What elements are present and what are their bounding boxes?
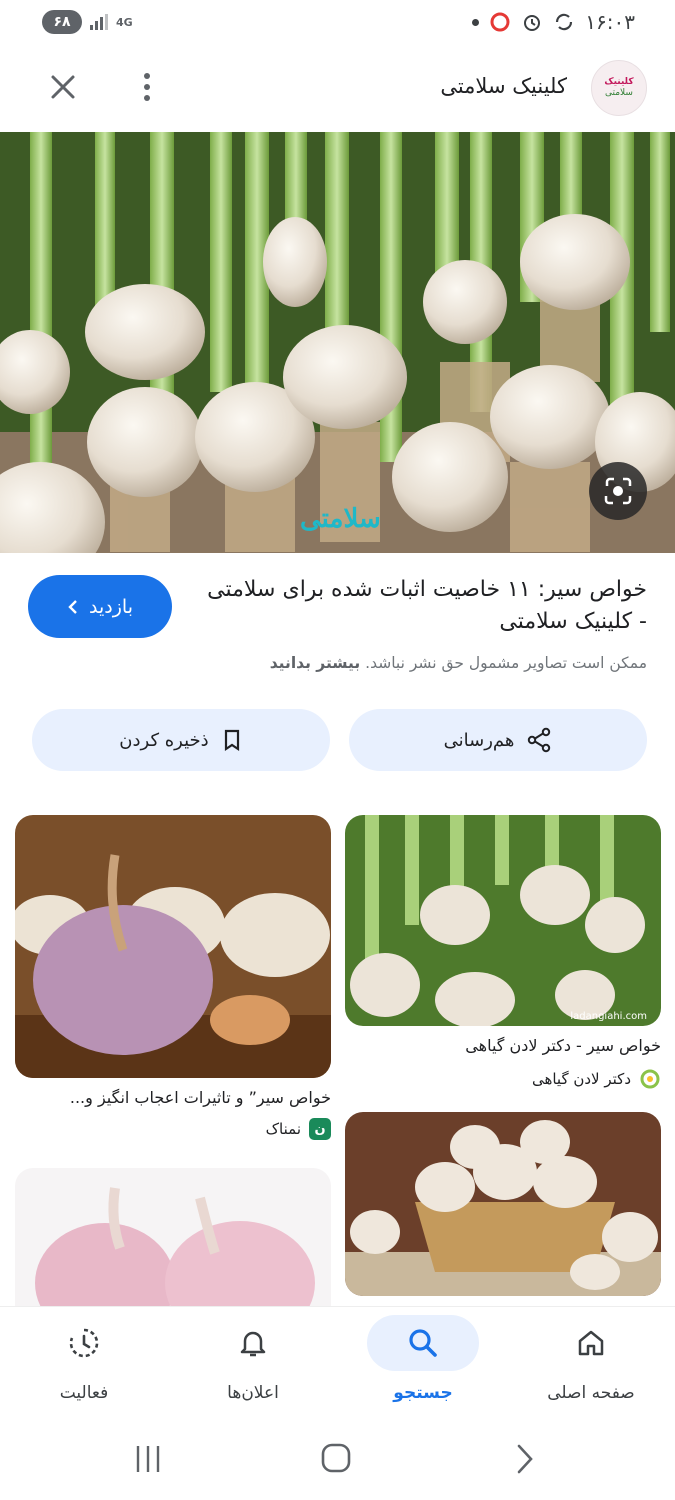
- recent-apps-icon[interactable]: [128, 1442, 168, 1476]
- garlic-basket-image: [345, 1112, 661, 1296]
- related-1-source[interactable]: دکتر لادن گیاهی: [532, 1068, 661, 1090]
- lens-search-button[interactable]: [589, 462, 647, 520]
- related-image-1[interactable]: ladangiahi.com: [345, 815, 661, 1026]
- site-logo-text-2: سلامتی: [605, 88, 633, 98]
- nav-activity-label: فعالیت: [59, 1383, 109, 1403]
- learn-more-link[interactable]: بیشتر بدانید: [270, 654, 360, 672]
- battery-indicator: ۶۸: [42, 10, 82, 34]
- opera-icon: [490, 12, 510, 32]
- ladangiahi-favicon: [639, 1068, 661, 1090]
- bell-icon: [240, 1331, 266, 1357]
- related-image-4[interactable]: [15, 1168, 331, 1308]
- related-1-caption[interactable]: خواص سیر - دکتر لادن گیاهی: [345, 1036, 661, 1055]
- nav-home-label: صفحه اصلی: [547, 1383, 635, 1403]
- alarm-icon: [524, 15, 541, 31]
- home-system-icon[interactable]: [316, 1442, 356, 1476]
- activity-icon: [69, 1328, 99, 1358]
- nav-home[interactable]: صفحه اصلی: [507, 1307, 675, 1417]
- namnak-favicon: ن: [309, 1118, 331, 1140]
- related-2-source[interactable]: ن نمناک: [266, 1118, 331, 1140]
- site-name[interactable]: کلینیک سلامتی: [440, 74, 567, 98]
- notification-dot-icon: [472, 18, 480, 26]
- nav-search-label: جستجو: [393, 1383, 453, 1403]
- pink-garlic-image: [15, 1168, 331, 1308]
- sync-icon: [556, 13, 573, 31]
- status-bar: ۶۸ 4G ۱۶:۰۳: [0, 0, 675, 46]
- nav-activity[interactable]: فعالیت: [0, 1307, 168, 1417]
- visit-button[interactable]: بازدید: [28, 575, 172, 638]
- share-button-label: هم‌رسانی: [443, 729, 515, 751]
- related-2-caption[interactable]: خواص سیر” و تاثیرات اعجاب انگیز و...: [15, 1088, 331, 1107]
- copyright-text: ممکن است تصاویر مشمول حق نشر نباشد.: [365, 654, 647, 672]
- system-navigation-bar: [0, 1416, 675, 1500]
- save-button-label: ذخیره کردن: [119, 729, 209, 751]
- nav-notifications-label: اعلان‌ها: [227, 1383, 279, 1403]
- main-image-garlic[interactable]: سلامتی: [0, 132, 675, 553]
- image-watermark: سلامتی: [300, 504, 381, 534]
- clock: ۱۶:۰۳: [585, 10, 635, 34]
- back-icon[interactable]: [505, 1442, 545, 1476]
- bookmark-icon: [224, 729, 239, 752]
- related-2-source-name: نمناک: [265, 1120, 301, 1138]
- copyright-notice: ممکن است تصاویر مشمول حق نشر نباشد. بیشت…: [27, 654, 647, 672]
- bottom-navigation: صفحه اصلی جستجو اعلان‌ها فعالیت: [0, 1306, 675, 1416]
- more-options-icon[interactable]: [136, 70, 158, 104]
- nav-search[interactable]: جستجو: [339, 1307, 507, 1417]
- related-image-1-watermark: ladangiahi.com: [570, 1011, 647, 1022]
- search-icon: [409, 1329, 437, 1357]
- lens-icon: [604, 477, 632, 505]
- related-1-source-name: دکتر لادن گیاهی: [531, 1070, 631, 1088]
- signal-icon: [90, 14, 108, 30]
- save-button[interactable]: ذخیره کردن: [32, 709, 330, 771]
- result-title[interactable]: خواص سیر: ۱۱ خاصیت اثبات شده برای سلامتی…: [207, 574, 647, 638]
- site-logo[interactable]: کلینیک سلامتی: [591, 60, 647, 116]
- related-image-3[interactable]: [345, 1112, 661, 1296]
- purple-garlic-image: [15, 815, 331, 1078]
- visit-button-label: بازدید: [89, 595, 133, 618]
- site-logo-text-1: کلینیک: [604, 77, 634, 87]
- related-image-2[interactable]: [15, 815, 331, 1078]
- home-icon: [578, 1330, 604, 1356]
- image-viewer-header: کلینیک سلامتی کلینیک سلامتی: [0, 56, 675, 118]
- network-type: 4G: [116, 15, 133, 29]
- close-icon[interactable]: [46, 70, 80, 104]
- share-icon: [528, 727, 551, 753]
- chevron-left-icon: [68, 599, 77, 614]
- garlic-bunch-image: [345, 815, 661, 1026]
- garlic-bulbs-image: [0, 132, 675, 553]
- share-button[interactable]: هم‌رسانی: [349, 709, 647, 771]
- nav-notifications[interactable]: اعلان‌ها: [169, 1307, 337, 1417]
